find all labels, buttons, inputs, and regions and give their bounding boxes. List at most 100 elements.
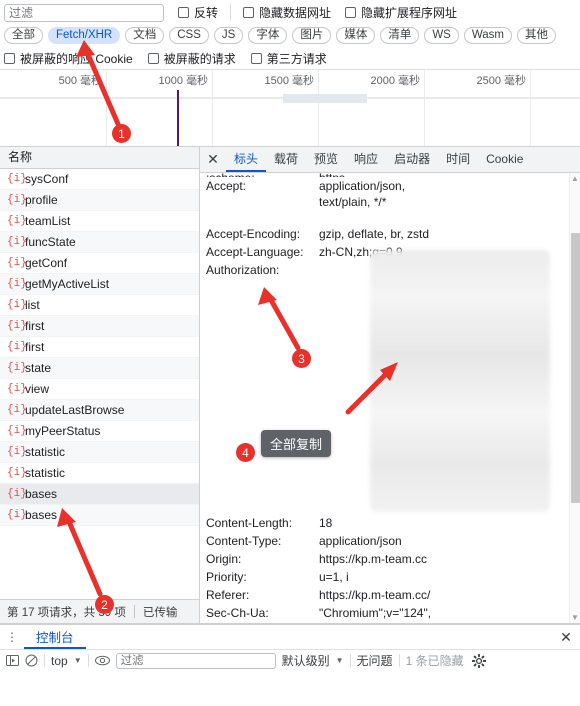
close-drawer-icon[interactable]: ✕ <box>552 625 580 649</box>
timeline-tick-label: 1000 毫秒 <box>158 75 208 87</box>
live-expression-eye-icon[interactable] <box>94 655 110 666</box>
tab-console[interactable]: 控制台 <box>24 625 86 649</box>
tab-preview[interactable]: 预览 <box>306 147 346 172</box>
header-value: https://kp.m-team.cc <box>319 552 428 566</box>
header-name: Content-Length: <box>206 516 293 530</box>
type-filter-img[interactable]: 图片 <box>292 27 332 44</box>
network-filter-input[interactable] <box>4 3 164 22</box>
request-list-pane: 名称 {i} sysConf {i} profile {i} teamList … <box>0 147 200 623</box>
timeline-tick-label: 2500 毫秒 <box>476 75 526 87</box>
tab-cookie[interactable]: Cookie <box>478 147 531 172</box>
checkbox-invert[interactable]: 反转 <box>178 4 218 21</box>
request-row-view[interactable]: {i} view <box>0 379 199 400</box>
type-filter-other[interactable]: 其他 <box>517 27 557 44</box>
request-row-statistic-1[interactable]: {i} statistic <box>0 442 199 463</box>
request-row-getConf[interactable]: {i} getConf <box>0 253 199 274</box>
request-name: view <box>25 382 50 396</box>
console-filter-input[interactable] <box>115 652 276 669</box>
request-row-profile[interactable]: {i} profile <box>0 190 199 211</box>
tab-response[interactable]: 响应 <box>346 147 386 172</box>
xhr-icon: {i} <box>7 214 27 227</box>
tab-timing[interactable]: 时间 <box>438 147 478 172</box>
request-row-myPeerStatus[interactable]: {i} myPeerStatus <box>0 421 199 442</box>
request-row-list[interactable]: {i} list <box>0 295 199 316</box>
request-name: first <box>25 319 45 333</box>
request-row-state[interactable]: {i} state <box>0 358 199 379</box>
header-row-origin: Origin: https://kp.m-team.cc <box>200 550 580 568</box>
checkbox-blocked-response-cookies-box[interactable] <box>4 52 15 64</box>
column-header-name[interactable]: 名称 <box>0 147 199 169</box>
annotation-marker-3: 3 <box>292 349 311 368</box>
type-filter-js[interactable]: JS <box>213 27 244 44</box>
checkbox-hide-extension-urls-box[interactable] <box>345 7 357 18</box>
checkbox-third-party-requests[interactable]: 第三方请求 <box>250 50 327 67</box>
request-row-sysConf[interactable]: {i} sysConf <box>0 169 199 190</box>
detail-tab-bar: ✕ 标头 载荷 预览 响应 启动器 时间 Cookie <box>200 147 580 173</box>
scroll-up-arrow[interactable]: ▲ <box>570 173 580 184</box>
xhr-icon: {i} <box>7 319 27 332</box>
checkbox-third-party-requests-box[interactable] <box>250 52 262 64</box>
tab-payload[interactable]: 载荷 <box>266 147 306 172</box>
xhr-icon: {i} <box>7 256 27 269</box>
overview-activity-chunk <box>283 94 367 103</box>
type-filter-ws[interactable]: WS <box>424 27 459 44</box>
clear-console-icon[interactable] <box>25 654 38 667</box>
network-filter-row: 反转 隐藏数据网址 隐藏扩展程序网址 <box>0 0 580 24</box>
request-row-bases-2[interactable]: {i} bases <box>0 505 199 526</box>
type-filter-media[interactable]: 媒体 <box>336 27 376 44</box>
request-row-getMyActiveList[interactable]: {i} getMyActiveList <box>0 274 199 295</box>
checkbox-invert-box[interactable] <box>178 7 189 18</box>
console-toolbar: top ▼ 默认级别 ▼ 无问题 1 条已隐藏 <box>0 650 580 671</box>
header-name: Sec-Ch-Ua: <box>206 606 269 620</box>
console-drawer: ⋮ 控制台 ✕ top ▼ 默认级别 ▼ 无问题 1 条已隐藏 <box>0 624 580 671</box>
request-row-first-2[interactable]: {i} first <box>0 337 199 358</box>
close-detail-icon[interactable]: ✕ <box>200 147 226 172</box>
headers-content[interactable]: :scheme: https Accept: application/json,… <box>200 173 580 623</box>
console-level-selector[interactable]: 默认级别 <box>282 652 330 669</box>
request-row-first-1[interactable]: {i} first <box>0 316 199 337</box>
request-row-funcState[interactable]: {i} funcState <box>0 232 199 253</box>
request-row-updateLastBrowse[interactable]: {i} updateLastBrowse <box>0 400 199 421</box>
network-overview-timeline[interactable]: 500 毫秒 1000 毫秒 1500 毫秒 2000 毫秒 2500 毫秒 <box>0 69 580 147</box>
xhr-icon: {i} <box>7 487 27 500</box>
request-detail-pane: ✕ 标头 载荷 预览 响应 启动器 时间 Cookie :scheme: htt… <box>200 147 580 623</box>
header-value: 18 <box>319 516 333 530</box>
checkbox-hide-extension-urls[interactable]: 隐藏扩展程序网址 <box>345 4 457 21</box>
checkbox-hide-data-urls[interactable]: 隐藏数据网址 <box>230 4 331 21</box>
more-options-icon[interactable]: ⋮ <box>0 625 24 649</box>
type-filter-doc[interactable]: 文档 <box>125 27 165 44</box>
sidebar-toggle-icon[interactable] <box>6 654 19 667</box>
type-filter-all[interactable]: 全部 <box>4 27 43 44</box>
chevron-down-icon[interactable]: ▼ <box>74 656 82 665</box>
checkbox-blocked-response-cookies[interactable]: 被屏蔽的响应 Cookie <box>4 50 133 67</box>
request-list[interactable]: {i} sysConf {i} profile {i} teamList {i}… <box>0 169 199 599</box>
tab-headers[interactable]: 标头 <box>226 147 267 172</box>
checkbox-blocked-requests-box[interactable] <box>147 52 159 64</box>
request-name: getMyActiveList <box>25 277 110 291</box>
request-row-teamList[interactable]: {i} teamList <box>0 211 199 232</box>
checkbox-hide-data-urls-box[interactable] <box>243 7 255 18</box>
settings-gear-icon[interactable] <box>471 653 486 668</box>
console-hidden-count: 1 条已隐藏 <box>405 654 464 668</box>
checkbox-blocked-response-cookies-label: 被屏蔽的响应 Cookie <box>20 51 133 66</box>
type-filter-fetch-xhr[interactable]: Fetch/XHR <box>48 27 121 44</box>
xhr-icon: {i} <box>7 340 27 353</box>
console-context-selector[interactable]: top <box>51 654 68 668</box>
type-filter-css[interactable]: CSS <box>169 27 209 44</box>
type-filter-wasm[interactable]: Wasm <box>463 27 513 44</box>
console-issues-status[interactable]: 无问题 <box>357 652 393 669</box>
header-value: u=1, i <box>319 570 349 584</box>
headers-scrollbar[interactable]: ▲ ▼ <box>569 173 580 623</box>
annotation-marker-4: 4 <box>236 443 255 462</box>
request-row-bases-selected[interactable]: {i} bases <box>0 484 199 505</box>
chevron-down-icon[interactable]: ▼ <box>336 656 344 665</box>
type-filter-font[interactable]: 字体 <box>248 27 288 44</box>
type-filter-manifest[interactable]: 清单 <box>380 27 420 44</box>
tab-initiator[interactable]: 启动器 <box>386 147 438 172</box>
checkbox-blocked-requests[interactable]: 被屏蔽的请求 <box>147 50 236 67</box>
drawer-tab-bar: ⋮ 控制台 ✕ <box>0 625 580 650</box>
headers-scroll-thumb[interactable] <box>571 233 580 503</box>
header-name: Accept-Language: <box>206 245 304 259</box>
request-row-statistic-2[interactable]: {i} statistic <box>0 463 199 484</box>
scroll-down-arrow[interactable]: ▼ <box>570 612 580 623</box>
